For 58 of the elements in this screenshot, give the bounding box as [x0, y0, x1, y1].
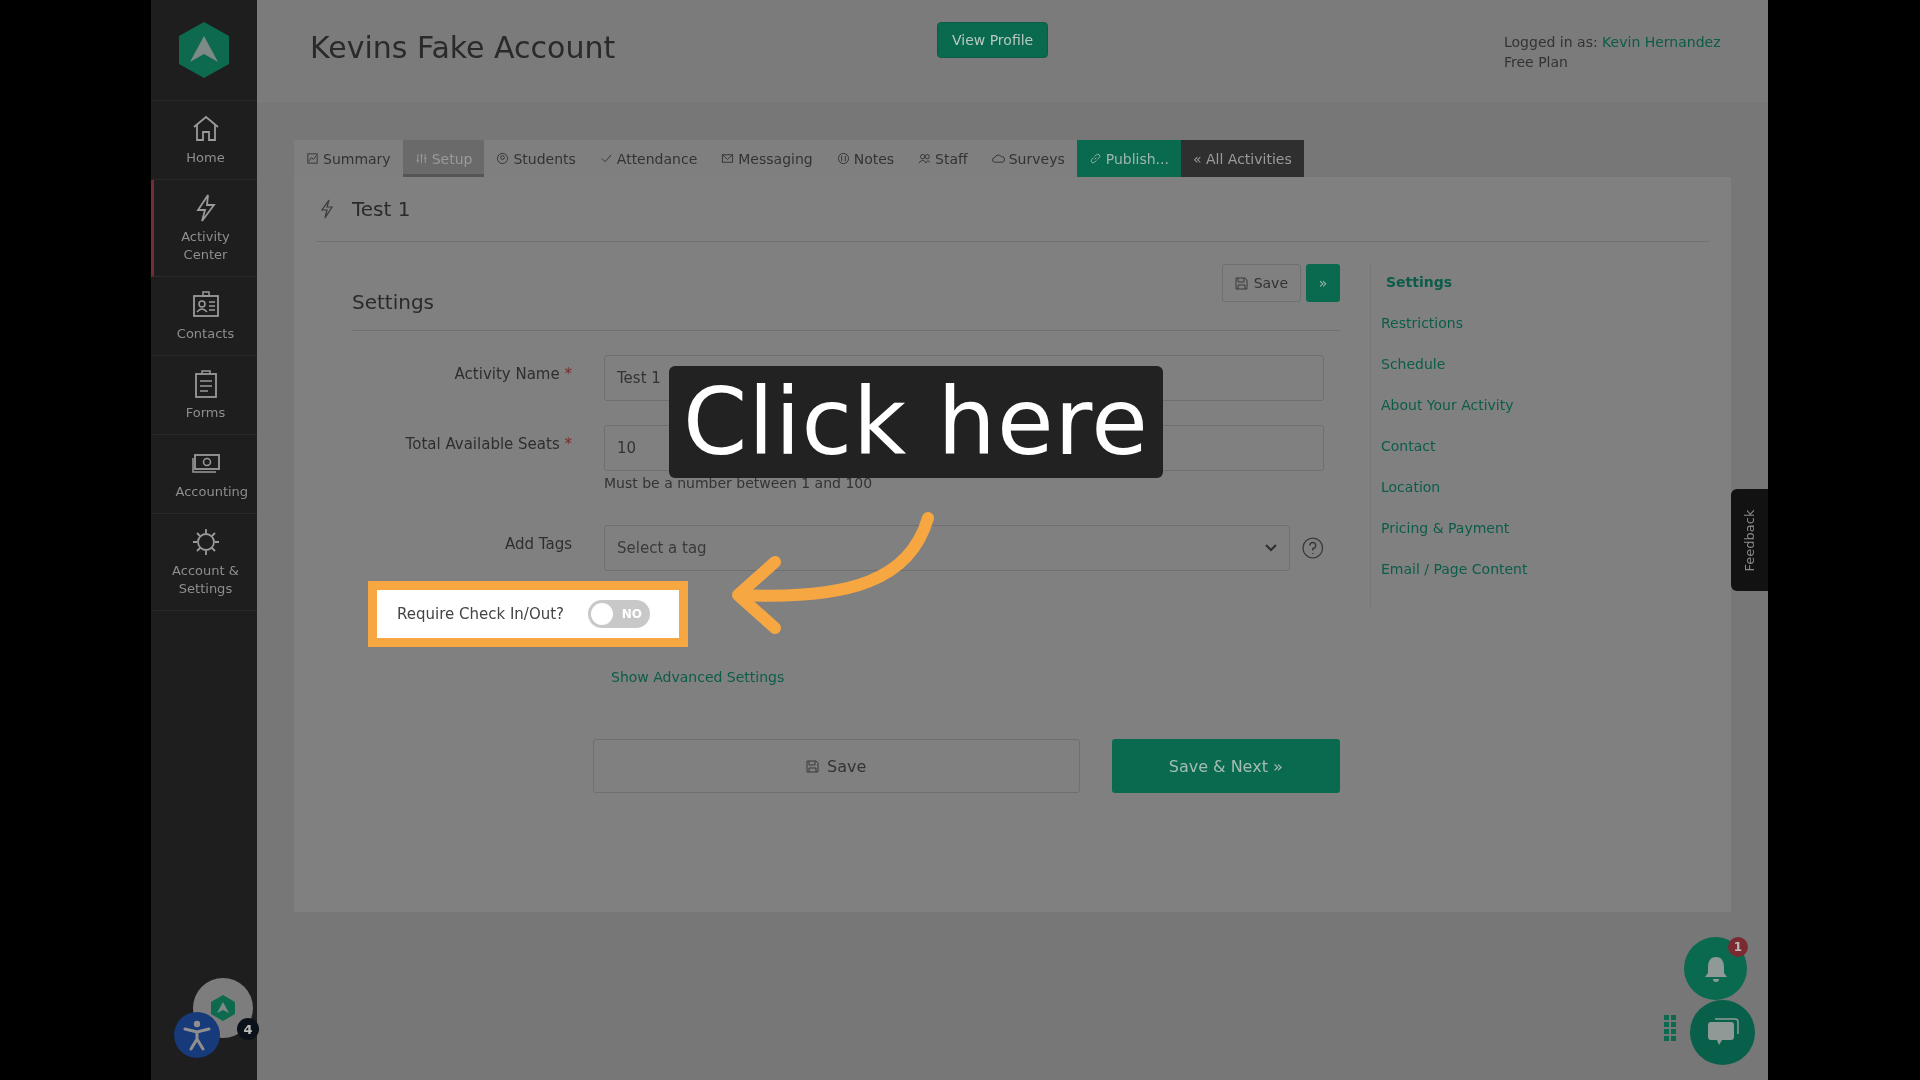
accessibility-icon	[182, 1019, 212, 1051]
tab[interactable]: Surveys	[979, 140, 1077, 177]
activity-title: Test 1	[352, 197, 411, 221]
tab[interactable]: « All Activities	[1181, 140, 1304, 177]
section-link[interactable]: Schedule	[1381, 354, 1446, 395]
tag-select[interactable]: Select a tag	[604, 525, 1291, 571]
field-hint: Must be a number between 1 and 100	[604, 475, 874, 491]
checkmark-icon	[599, 152, 613, 165]
tab[interactable]: Messaging	[709, 140, 825, 177]
chart-icon	[306, 152, 319, 165]
sliders-icon	[414, 152, 428, 165]
field-label: Total Available Seats	[405, 435, 560, 453]
section-link[interactable]: Settings	[1381, 272, 1453, 313]
logo-icon	[210, 994, 236, 1022]
section-link[interactable]: About Your Activity	[1381, 395, 1514, 436]
logo-icon[interactable]	[176, 20, 232, 80]
section-link[interactable]: Contact	[1381, 436, 1436, 477]
save-button[interactable]: Save	[593, 739, 1080, 793]
login-label: Logged in as:	[1504, 34, 1598, 50]
user-link[interactable]: Kevin Hernandez	[1602, 34, 1721, 50]
tab[interactable]: Publish...	[1076, 140, 1181, 177]
people-icon	[918, 152, 932, 165]
section-link[interactable]: Pricing & Payment	[1381, 518, 1510, 559]
toggle-label: Require Check In/Out?	[397, 605, 565, 623]
next-button[interactable]: »	[1306, 264, 1340, 302]
cloud-icon	[991, 152, 1005, 165]
field-label: Add Tags	[504, 535, 572, 553]
pause-circle-icon	[836, 152, 850, 165]
bell-icon	[1702, 954, 1729, 983]
section-link[interactable]: Restrictions	[1381, 313, 1463, 354]
page-title: Kevins Fake Account	[310, 30, 617, 65]
required-mark: *	[564, 365, 572, 383]
required-mark: *	[564, 435, 572, 453]
section-link[interactable]: Email / Page Content	[1381, 559, 1528, 600]
save-next-button[interactable]: Save & Next »	[1111, 739, 1340, 793]
drag-handle-icon[interactable]	[1664, 1015, 1676, 1041]
chevron-down-icon	[1265, 544, 1278, 552]
tab[interactable]: Students	[484, 140, 588, 177]
link-icon	[1088, 152, 1102, 165]
section-link[interactable]: Location	[1381, 477, 1441, 518]
click-here-tooltip: Click here	[669, 366, 1163, 478]
advanced-settings-link[interactable]: Show Advanced Settings	[611, 669, 785, 685]
plan-label: Free Plan	[1504, 53, 1569, 72]
feedback-tab[interactable]: Feedback	[1731, 489, 1768, 591]
envelope-icon	[721, 152, 735, 165]
save-button[interactable]: Save	[1221, 264, 1301, 302]
tab[interactable]: Attendance	[587, 140, 710, 177]
help-icon[interactable]	[1302, 537, 1324, 559]
accessibility-button[interactable]	[174, 1012, 220, 1058]
tab[interactable]: Summary	[294, 140, 403, 177]
view-profile-button[interactable]: View Profile	[937, 22, 1049, 58]
field-label: Activity Name	[454, 365, 560, 383]
tab[interactable]: Staff	[906, 140, 980, 177]
section-heading: Settings	[352, 290, 435, 314]
person-circle-icon	[496, 152, 510, 165]
notification-badge: 4	[237, 1018, 259, 1040]
tab[interactable]: Notes	[824, 140, 907, 177]
lightning-icon	[320, 199, 334, 219]
